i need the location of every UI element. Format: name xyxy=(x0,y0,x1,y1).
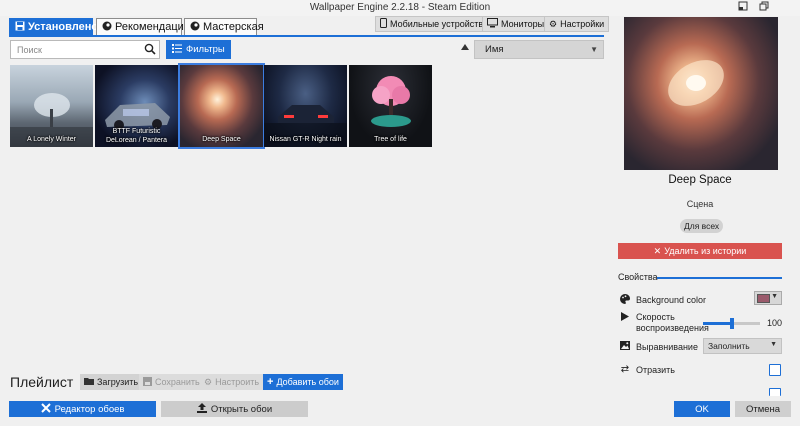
filters-label: Фильтры xyxy=(186,44,225,55)
speed-slider[interactable] xyxy=(703,318,760,329)
search-box xyxy=(10,40,160,59)
wallpaper-thumb[interactable]: Tree of life xyxy=(349,65,432,147)
speed-label-line2: воспроизведения xyxy=(636,323,709,333)
wallpaper-title: Tree of life xyxy=(374,136,407,143)
sort-select-value: Имя xyxy=(485,44,504,55)
upload-icon xyxy=(196,402,207,416)
properties-divider xyxy=(657,277,782,279)
playlist-load-button[interactable]: Загрузить xyxy=(80,374,143,390)
playlist-load-label: Загрузить xyxy=(97,377,139,387)
wallpaper-title: Deep Space xyxy=(202,136,241,143)
wallpaper-type: Сцена xyxy=(686,199,714,209)
properties-heading: Свойства xyxy=(618,272,658,282)
playlist-title: Плейлист xyxy=(10,374,74,390)
galaxy-art xyxy=(668,60,724,106)
bg-color-label: Background color xyxy=(636,295,707,305)
wallpaper-thumb[interactable]: BTTF Futuristic DeLorean / Pantera xyxy=(95,65,178,147)
tab-recommendations-label: Рекомендации xyxy=(115,21,190,33)
image-icon xyxy=(619,341,631,353)
filter-list-icon xyxy=(172,43,182,56)
align-label: Выравнивание xyxy=(636,342,698,352)
bg-color-picker[interactable]: ▼ xyxy=(754,291,782,305)
flip-label: Отразить xyxy=(636,365,675,375)
search-icon[interactable] xyxy=(144,43,156,55)
chevron-down-icon: ▼ xyxy=(771,293,778,300)
tab-recommendations[interactable]: Рекомендации xyxy=(96,18,190,36)
flip-checkbox[interactable] xyxy=(769,364,781,376)
tools-icon xyxy=(40,402,51,416)
gears-icon: ⚙ xyxy=(204,376,213,387)
speed-label-line1: Скорость xyxy=(636,312,675,322)
speed-value: 100 xyxy=(767,318,783,328)
playlist-configure-label: Настроить xyxy=(215,377,260,387)
tab-installed-label: Установлено xyxy=(28,21,99,33)
phone-icon xyxy=(380,18,387,30)
title-bar: Wallpaper Engine 2.2.18 - Steam Edition xyxy=(0,0,800,16)
dock-icon[interactable] xyxy=(736,1,750,14)
tab-workshop-label: Мастерская xyxy=(203,21,264,33)
open-wallpaper-label: Открыть обои xyxy=(210,403,273,415)
tab-underline xyxy=(9,35,604,37)
search-input[interactable] xyxy=(11,41,141,58)
swap-icon: ⇄ xyxy=(620,364,630,375)
steam-icon xyxy=(102,21,112,34)
wallpaper-editor-button[interactable]: Редактор обоев xyxy=(9,401,156,417)
wallpaper-name: Deep Space xyxy=(668,174,732,186)
ok-button[interactable]: OK xyxy=(674,401,730,417)
settings-label: Настройки xyxy=(560,19,605,29)
filters-button[interactable]: Фильтры xyxy=(166,40,231,59)
tab-installed[interactable]: Установлено ▼ xyxy=(9,18,109,36)
playlist-save-button[interactable]: Сохранить xyxy=(139,374,204,390)
sort-direction-icon[interactable] xyxy=(461,44,469,50)
chevron-down-icon: ▼ xyxy=(770,341,777,348)
wallpaper-thumb[interactable]: A Lonely Winter xyxy=(10,65,93,147)
wallpaper-editor-label: Редактор обоев xyxy=(54,403,125,415)
add-wallpaper-label: Добавить обои xyxy=(276,377,339,387)
close-icon: ✕ xyxy=(653,245,662,256)
cancel-button[interactable]: Отмена xyxy=(735,401,791,417)
align-select[interactable]: Заполнить ▼ xyxy=(703,338,782,354)
plus-icon: + xyxy=(267,376,274,388)
wallpaper-title: BTTF Futuristic DeLorean / Pantera xyxy=(105,128,168,144)
chevron-down-icon: ▼ xyxy=(590,45,598,54)
settings-button[interactable]: ⚙ Настройки xyxy=(544,16,610,32)
palette-icon xyxy=(619,294,631,307)
folder-icon xyxy=(84,377,94,387)
wallpaper-preview xyxy=(624,17,778,170)
speed-slider-fill xyxy=(703,322,732,325)
wallpaper-title: Nissan GT-R Night rain xyxy=(269,136,342,143)
playlist-configure-button[interactable]: ⚙ Настроить xyxy=(200,374,264,390)
delete-from-history-button[interactable]: ✕ Удалить из истории xyxy=(618,243,782,259)
align-select-value: Заполнить xyxy=(708,341,750,351)
monitors-button[interactable]: Мониторы xyxy=(482,16,550,32)
next-property-checkbox[interactable] xyxy=(769,388,781,396)
sort-select[interactable]: Имя ▼ xyxy=(474,40,604,59)
wallpaper-thumb[interactable]: Nissan GT-R Night rain xyxy=(264,65,347,147)
speed-slider-thumb[interactable] xyxy=(729,318,734,329)
restore-icon[interactable] xyxy=(757,1,771,14)
play-icon xyxy=(619,312,631,324)
window-title: Wallpaper Engine 2.2.18 - Steam Edition xyxy=(309,2,491,13)
delete-from-history-label: Удалить из истории xyxy=(664,246,747,256)
wallpaper-thumb-selected[interactable]: Deep Space xyxy=(178,63,265,149)
mobile-devices-label: Мобильные устройства xyxy=(390,19,489,29)
rating-badge: Для всех xyxy=(680,219,724,233)
save-icon xyxy=(15,21,25,34)
mobile-devices-button[interactable]: Мобильные устройства xyxy=(375,16,494,32)
add-wallpaper-button[interactable]: + Добавить обои xyxy=(263,374,343,390)
speed-label: Скорость воспроизведения xyxy=(636,312,709,334)
monitors-label: Мониторы xyxy=(501,19,545,29)
save-icon xyxy=(143,376,152,388)
steam-icon xyxy=(190,21,200,34)
open-wallpaper-button[interactable]: Открыть обои xyxy=(161,401,308,417)
color-swatch xyxy=(757,294,770,303)
playlist-save-label: Сохранить xyxy=(155,377,200,387)
gear-icon: ⚙ xyxy=(549,18,558,29)
monitor-icon xyxy=(487,18,498,30)
tab-workshop[interactable]: Мастерская xyxy=(184,18,264,36)
wallpaper-title: A Lonely Winter xyxy=(26,136,77,143)
